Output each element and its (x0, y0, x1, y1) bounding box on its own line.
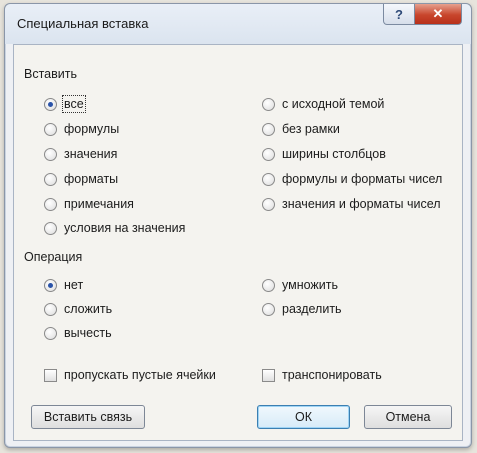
radio-icon (44, 147, 57, 161)
radio-icon (44, 221, 57, 235)
radio-selected-icon (44, 97, 57, 111)
option-label: все (62, 95, 86, 113)
option-label: значения и форматы чисел (282, 197, 441, 211)
radio-icon (262, 147, 275, 161)
close-button[interactable]: ✕ (414, 4, 462, 25)
option-label: нет (64, 278, 84, 292)
radio-icon (262, 197, 275, 211)
skip-blanks-checkbox[interactable]: пропускать пустые ячейки (44, 368, 216, 382)
operation-option-subtract[interactable]: вычесть (44, 326, 112, 340)
special-paste-dialog: Специальная вставка ? ✕ Вставить все фор… (4, 3, 472, 448)
radio-icon (262, 172, 275, 186)
radio-icon (262, 302, 275, 316)
operation-option-none[interactable]: нет (44, 278, 83, 292)
operation-option-divide[interactable]: разделить (262, 302, 342, 316)
close-icon: ✕ (432, 6, 444, 21)
option-label: разделить (282, 302, 342, 316)
option-label: сложить (64, 302, 113, 316)
paste-option-formats[interactable]: форматы (44, 172, 118, 186)
operation-group-label: Операция (24, 250, 83, 264)
dialog-body: Вставить все формулы значения форматы пр… (13, 44, 463, 441)
checkbox-icon (262, 368, 275, 382)
transpose-checkbox[interactable]: транспонировать (262, 368, 382, 382)
radio-icon (44, 172, 57, 186)
operation-option-add[interactable]: сложить (44, 302, 112, 316)
checkbox-label: транспонировать (282, 368, 382, 382)
paste-option-no-borders[interactable]: без рамки (262, 122, 340, 136)
help-icon: ? (395, 6, 403, 22)
paste-option-formulas[interactable]: формулы (44, 122, 119, 136)
option-label: без рамки (282, 122, 340, 136)
operation-option-multiply[interactable]: умножить (262, 278, 338, 292)
radio-selected-icon (44, 278, 57, 292)
paste-group-label: Вставить (24, 67, 77, 81)
help-button[interactable]: ? (383, 4, 415, 25)
cancel-button[interactable]: Отмена (364, 405, 452, 429)
option-label: примечания (64, 197, 134, 211)
option-label: значения (64, 147, 118, 161)
option-label: форматы (64, 172, 119, 186)
option-label: формулы (64, 122, 120, 136)
paste-link-button[interactable]: Вставить связь (31, 405, 145, 429)
radio-icon (262, 97, 275, 111)
radio-icon (44, 197, 57, 211)
option-label: вычесть (64, 326, 112, 340)
radio-icon (262, 278, 275, 292)
paste-option-comments[interactable]: примечания (44, 197, 134, 211)
paste-option-source-theme[interactable]: с исходной темой (262, 97, 384, 111)
radio-icon (262, 122, 275, 136)
radio-icon (44, 302, 57, 316)
paste-option-values[interactable]: значения (44, 147, 117, 161)
dialog-title: Специальная вставка (17, 16, 149, 31)
option-label: ширины столбцов (282, 147, 386, 161)
title-bar[interactable]: Специальная вставка ? ✕ (5, 4, 471, 44)
option-label: с исходной темой (282, 97, 385, 111)
option-label: умножить (282, 278, 338, 292)
paste-option-column-widths[interactable]: ширины столбцов (262, 147, 386, 161)
option-label: формулы и форматы чисел (282, 172, 443, 186)
option-label: условия на значения (64, 221, 186, 235)
paste-option-values-number-formats[interactable]: значения и форматы чисел (262, 197, 441, 211)
radio-icon (44, 326, 57, 340)
paste-option-formulas-number-formats[interactable]: формулы и форматы чисел (262, 172, 442, 186)
checkbox-icon (44, 368, 57, 382)
paste-option-all[interactable]: все (44, 95, 86, 113)
checkbox-label: пропускать пустые ячейки (64, 368, 216, 382)
paste-option-validation[interactable]: условия на значения (44, 221, 185, 235)
ok-button[interactable]: ОК (257, 405, 350, 429)
radio-icon (44, 122, 57, 136)
